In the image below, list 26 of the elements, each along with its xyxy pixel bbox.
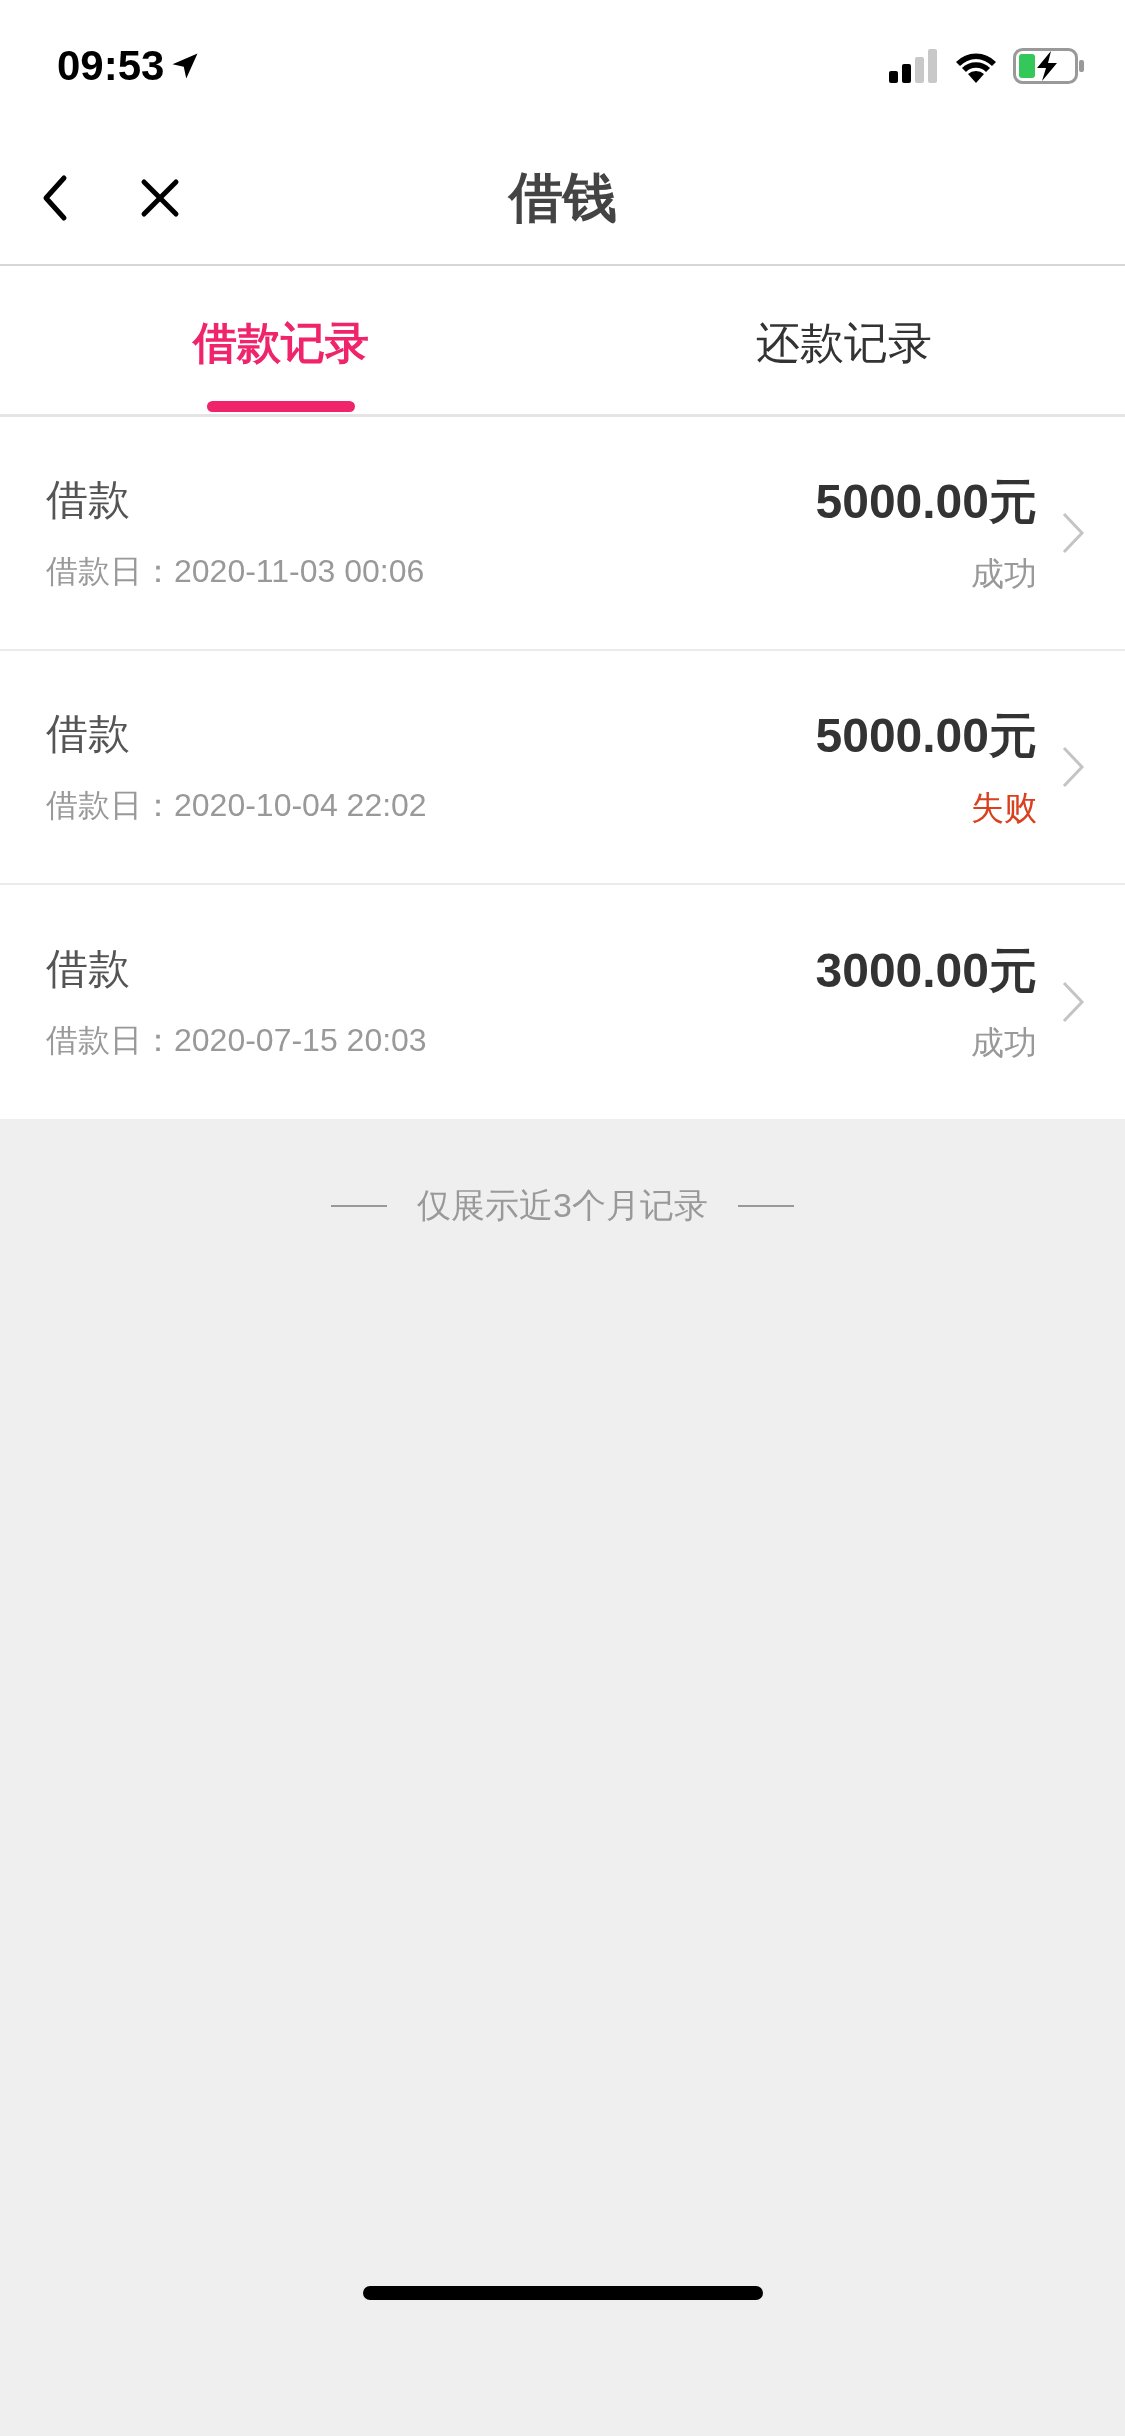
close-button[interactable] — [140, 178, 180, 218]
chevron-right-icon — [1061, 980, 1085, 1024]
signal-icon — [889, 49, 939, 83]
loan-amount: 3000.00元 — [815, 942, 1037, 999]
loan-date: 借款日：2020-10-04 22:02 — [46, 786, 428, 825]
loan-record-row[interactable]: 借款 借款日：2020-10-04 22:02 5000.00元 失败 — [0, 651, 1125, 885]
tab[interactable]: 还款记录 — [755, 314, 932, 373]
record-title: 借款 — [46, 709, 131, 759]
page-title: 借钱 — [508, 165, 617, 229]
battery-charging-icon — [1013, 48, 1085, 84]
record-title: 借款 — [46, 944, 131, 994]
tab[interactable]: 借款记录 — [193, 314, 370, 373]
loan-status: 失败 — [971, 787, 1037, 828]
loan-amount: 5000.00元 — [815, 707, 1037, 764]
loan-date: 借款日：2020-11-03 00:06 — [46, 552, 426, 591]
chevron-right-icon — [1061, 745, 1085, 789]
loan-record-row[interactable]: 借款 借款日：2020-11-03 00:06 5000.00元 成功 — [0, 417, 1125, 651]
loan-status: 成功 — [971, 1022, 1037, 1063]
loan-date: 借款日：2020-07-15 20:03 — [46, 1021, 428, 1060]
loan-status: 成功 — [971, 553, 1037, 594]
status-time: 09:53 — [57, 42, 165, 90]
chevron-right-icon — [1061, 511, 1085, 555]
record-title: 借款 — [46, 475, 131, 525]
loan-amount: 5000.00元 — [815, 473, 1037, 530]
footer-note: 仅展示近3个月记录 — [417, 1185, 708, 1226]
loan-record-row[interactable]: 借款 借款日：2020-07-15 20:03 3000.00元 成功 — [0, 885, 1125, 1119]
